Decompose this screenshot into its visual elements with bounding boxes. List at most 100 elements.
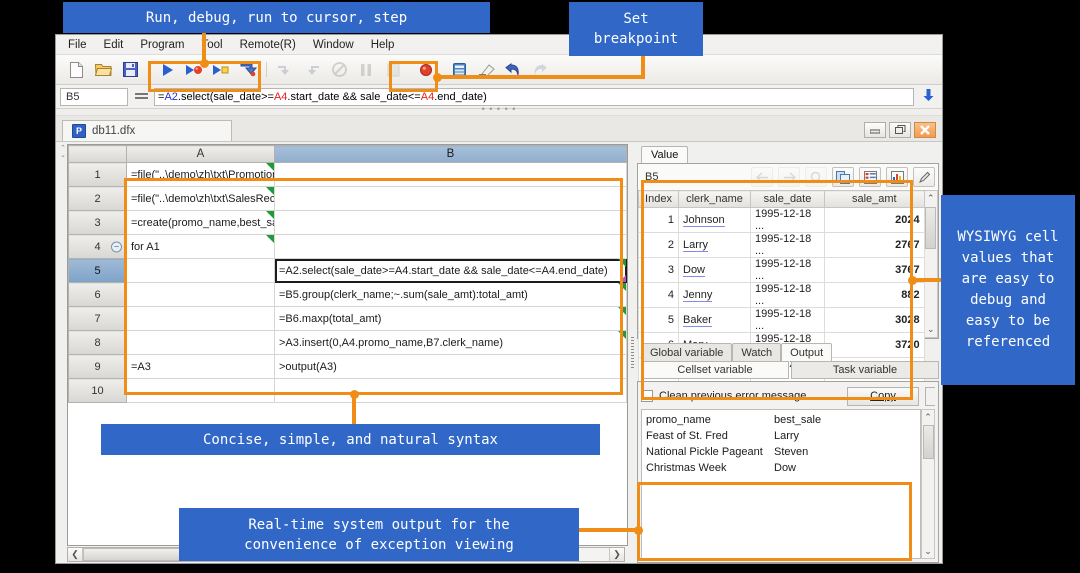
- back-icon[interactable]: [751, 167, 773, 187]
- menu-item-remote[interactable]: Remote(R): [240, 39, 296, 51]
- grid-cell-A3[interactable]: =create(promo_name,best_sale): [127, 211, 275, 235]
- tab-global-variable[interactable]: Global variable: [641, 343, 732, 361]
- grid-cell-B1[interactable]: [275, 163, 627, 187]
- grid-cell-B8[interactable]: >A3.insert(0,A4.promo_name,B7.clerk_name…: [275, 331, 627, 355]
- forward-icon[interactable]: [778, 167, 800, 187]
- grid-cell-A7[interactable]: [127, 307, 275, 331]
- grid-cell-B2[interactable]: [275, 187, 627, 211]
- value-cell-clerk-name[interactable]: Jenny: [679, 283, 751, 308]
- grid-corner-cell[interactable]: [69, 146, 127, 163]
- tab-cellset-variable[interactable]: Cellset variable: [641, 361, 789, 379]
- grid-cell-A6[interactable]: [127, 283, 275, 307]
- fold-toggle-icon[interactable]: −: [111, 241, 122, 252]
- breakpoint-icon[interactable]: [414, 59, 438, 81]
- restore-button[interactable]: [889, 122, 911, 138]
- menu-item-file[interactable]: File: [68, 39, 87, 51]
- grid-row-header-8[interactable]: 8: [69, 331, 127, 355]
- scroll-down-icon[interactable]: ⌄: [927, 322, 935, 337]
- grid-row-header-6[interactable]: 6: [69, 283, 127, 307]
- grid-row-header-4[interactable]: 4−: [69, 235, 127, 259]
- grid-row-header-10[interactable]: 10: [69, 379, 127, 403]
- grid-cell-A8[interactable]: [127, 331, 275, 355]
- grid-cell-B9[interactable]: >output(A3): [275, 355, 627, 379]
- grid-cell-A9[interactable]: =A3: [127, 355, 275, 379]
- value-table-row[interactable]: 1Johnson1995-12-18 ...2024: [639, 208, 925, 233]
- formula-expand-icon[interactable]: [918, 88, 938, 105]
- grid-cell-B10[interactable]: [275, 379, 627, 403]
- grid-col-header-a[interactable]: A: [127, 146, 275, 163]
- terminate-icon[interactable]: [381, 59, 405, 81]
- grid-cell-B4[interactable]: [275, 235, 627, 259]
- grid-cell-B6[interactable]: =B5.group(clerk_name;~.sum(sale_amt):tot…: [275, 283, 627, 307]
- run-icon[interactable]: [155, 59, 179, 81]
- formula-input[interactable]: =A2.select(sale_date>=A4.start_date && s…: [154, 88, 914, 106]
- menu-item-program[interactable]: Program: [140, 39, 184, 51]
- scroll-up-icon[interactable]: ⌃: [927, 191, 935, 206]
- grid-cell-B7[interactable]: =B6.maxp(total_amt): [275, 307, 627, 331]
- new-file-icon[interactable]: [64, 59, 88, 81]
- scroll-left-icon[interactable]: ❮: [68, 548, 83, 561]
- step-into-icon[interactable]: [273, 59, 297, 81]
- step-icon[interactable]: [236, 59, 260, 81]
- grid-row-header-2[interactable]: 2: [69, 187, 127, 211]
- pause-icon[interactable]: [354, 59, 378, 81]
- output-scroll-down-icon[interactable]: ⌄: [924, 544, 932, 558]
- menu-item-help[interactable]: Help: [371, 39, 395, 51]
- value-table-row[interactable]: 3Dow1995-12-18 ...3767: [639, 258, 925, 283]
- scroll-right-icon[interactable]: ❯: [609, 548, 624, 561]
- database-icon[interactable]: [447, 59, 471, 81]
- output-scrollbar-thumb[interactable]: [923, 425, 934, 459]
- value-cell-clerk-name[interactable]: Baker: [679, 308, 751, 333]
- grid-row-header-7[interactable]: 7: [69, 307, 127, 331]
- grid-cell-A1[interactable]: =file("..\demo\zh\txt\Promotion.txt").im…: [127, 163, 275, 187]
- grid-row-header-5[interactable]: 5: [69, 259, 127, 283]
- output-extra-button[interactable]: [925, 387, 935, 406]
- grid-cell-B3[interactable]: [275, 211, 627, 235]
- value-cell-clerk-name[interactable]: Johnson: [679, 208, 751, 233]
- copy-icon[interactable]: [832, 167, 854, 187]
- copy-button[interactable]: Copy: [847, 387, 919, 406]
- formula-splitter[interactable]: [56, 109, 942, 116]
- menu-item-edit[interactable]: Edit: [104, 39, 124, 51]
- output-text-area[interactable]: promo_namebest_saleFeast of St. FredLarr…: [641, 409, 921, 559]
- value-cell-clerk-name[interactable]: Larry: [679, 233, 751, 258]
- search-icon[interactable]: [805, 167, 827, 187]
- value-col-sale-amt[interactable]: sale_amt: [825, 191, 925, 208]
- value-scrollbar-thumb[interactable]: [925, 207, 936, 249]
- edit-icon[interactable]: [913, 167, 935, 187]
- grid-row-header-9[interactable]: 9: [69, 355, 127, 379]
- value-table-row[interactable]: 4Jenny1995-12-18 ...882: [639, 283, 925, 308]
- formula-fx-icon[interactable]: [132, 88, 150, 106]
- menu-item-window[interactable]: Window: [313, 39, 354, 51]
- output-vertical-scrollbar[interactable]: ⌃ ⌄: [921, 409, 935, 559]
- value-vertical-scrollbar[interactable]: ⌃ ⌄: [925, 190, 938, 338]
- clean-error-checkbox[interactable]: [641, 390, 653, 402]
- tab-output[interactable]: Output: [781, 343, 832, 361]
- minimize-button[interactable]: [864, 122, 886, 138]
- menu-item-tool[interactable]: Tool: [201, 39, 222, 51]
- grid-row-header-3[interactable]: 3: [69, 211, 127, 235]
- grid-cell-A4[interactable]: for A1: [127, 235, 275, 259]
- step-out-icon[interactable]: [300, 59, 324, 81]
- save-file-icon[interactable]: [118, 59, 142, 81]
- grid-cell-B5[interactable]: =A2.select(sale_date>=A4.start_date && s…: [275, 259, 627, 283]
- chart-icon[interactable]: [886, 167, 908, 187]
- output-scroll-up-icon[interactable]: ⌃: [924, 410, 932, 424]
- pane-splitter[interactable]: [628, 142, 637, 563]
- list-view-icon[interactable]: [859, 167, 881, 187]
- tab-task-variable[interactable]: Task variable: [791, 361, 939, 379]
- grid-row-header-1[interactable]: 1: [69, 163, 127, 187]
- cellset-grid[interactable]: A B 1=file("..\demo\zh\txt\Promotion.txt…: [67, 144, 628, 546]
- tab-value[interactable]: Value: [641, 146, 688, 163]
- cell-reference-input[interactable]: B5: [60, 88, 128, 106]
- value-cell-clerk-name[interactable]: Dow: [679, 258, 751, 283]
- stop-icon[interactable]: [327, 59, 351, 81]
- grid-cell-A10[interactable]: [127, 379, 275, 403]
- value-col-index[interactable]: Index: [639, 191, 679, 208]
- document-tab-db11[interactable]: P db11.dfx: [62, 120, 232, 141]
- debug-icon[interactable]: [182, 59, 206, 81]
- grid-col-header-b[interactable]: B: [275, 146, 627, 163]
- grid-cell-A5[interactable]: [127, 259, 275, 283]
- redo-icon[interactable]: [528, 59, 552, 81]
- value-table-row[interactable]: 2Larry1995-12-18 ...2767: [639, 233, 925, 258]
